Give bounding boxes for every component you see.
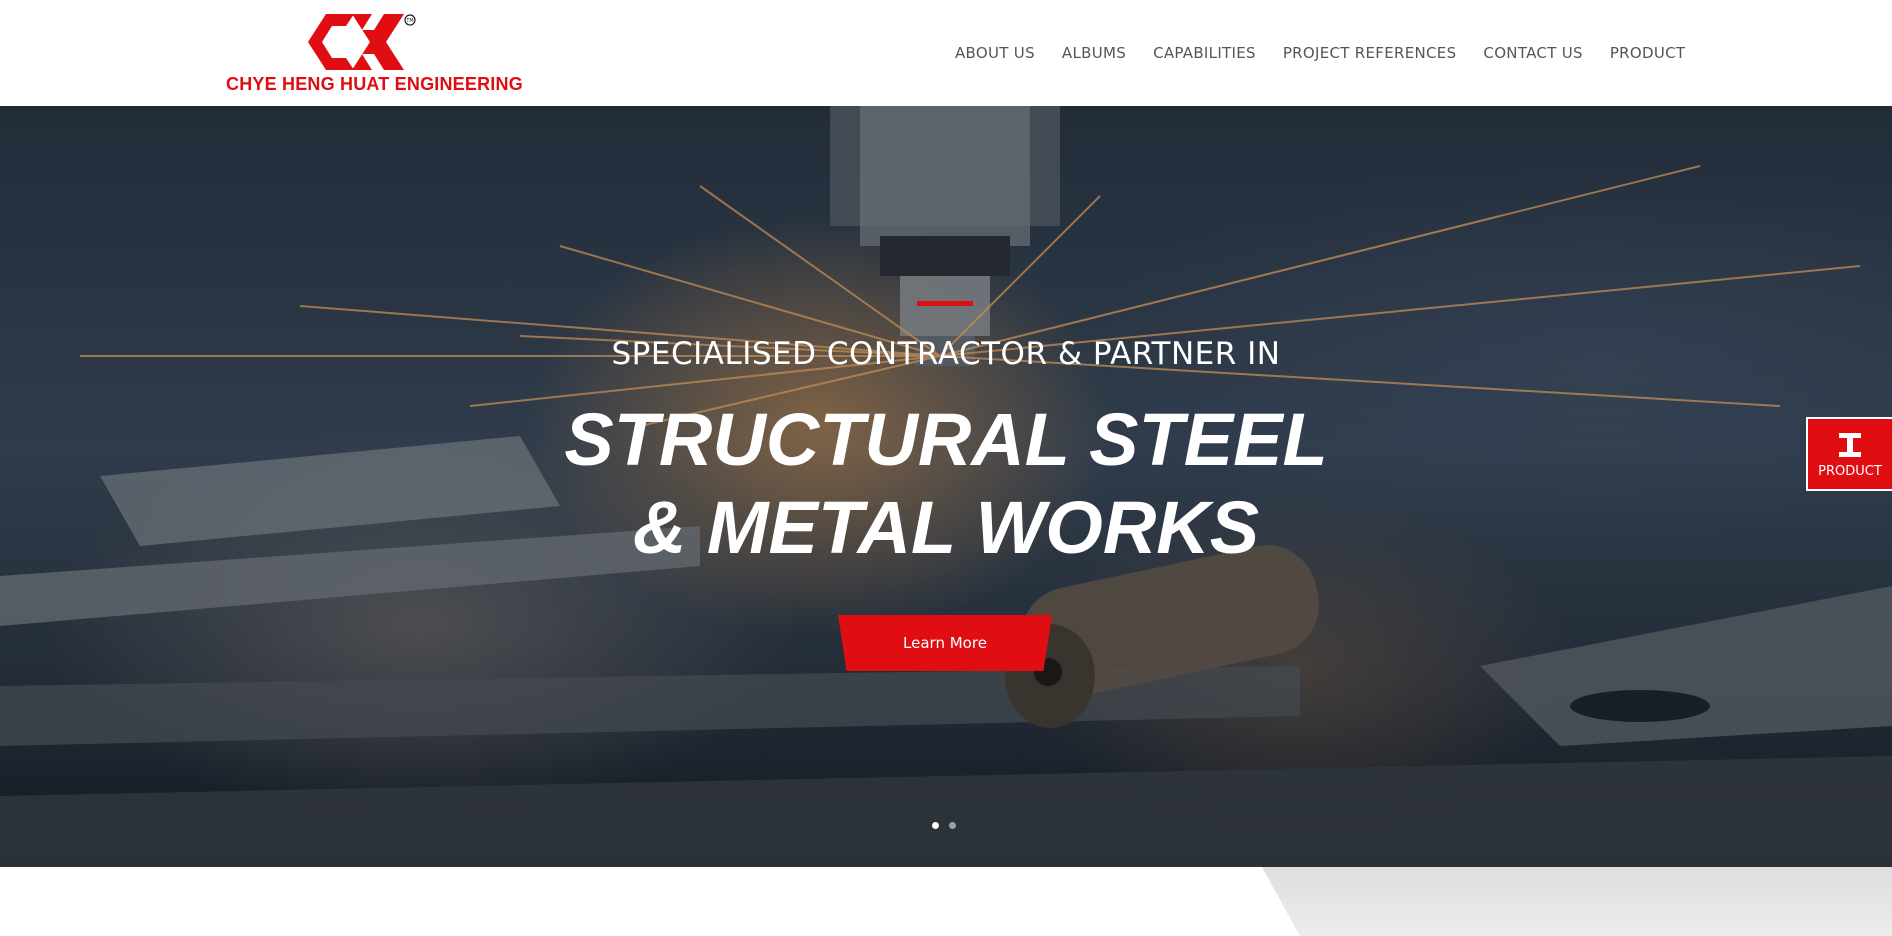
nav-product[interactable]: PRODUCT — [1610, 44, 1686, 62]
nav-albums[interactable]: ALBUMS — [1062, 44, 1126, 62]
learn-more-button[interactable]: Learn More — [838, 615, 1052, 671]
brand-name: CHYE HENG HUAT ENGINEERING — [226, 74, 523, 94]
hero-title: STRUCTURAL STEEL & METAL WORKS — [0, 396, 1892, 572]
nav-project-references[interactable]: PROJECT REFERENCES — [1283, 44, 1457, 62]
decorative-angled-shape — [1262, 867, 1892, 936]
brand-logo[interactable]: TM CHYE HENG HUAT ENGINEERING — [226, 10, 523, 98]
hero-eyebrow: SPECIALISED CONTRACTOR & PARTNER IN — [611, 336, 1281, 372]
hero-title-line-1: STRUCTURAL STEEL — [564, 398, 1328, 481]
slide-dot-1[interactable] — [932, 822, 939, 829]
next-section-preview — [0, 867, 1892, 936]
slider-pagination — [932, 822, 956, 829]
hero-accent-bar — [917, 301, 973, 306]
site-header: TM CHYE HENG HUAT ENGINEERING ABOUT US A… — [0, 0, 1892, 106]
nav-about-us[interactable]: ABOUT US — [955, 44, 1035, 62]
nav-contact-us[interactable]: CONTACT US — [1483, 44, 1582, 62]
hero-title-line-2: & METAL WORKS — [632, 486, 1260, 569]
floating-product-tab-label: PRODUCT — [1818, 463, 1882, 479]
main-nav: ABOUT US ALBUMS CAPABILITIES PROJECT REF… — [955, 0, 1685, 106]
steel-beam-icon — [1839, 432, 1861, 457]
nav-capabilities[interactable]: CAPABILITIES — [1153, 44, 1256, 62]
trademark-mark: TM — [405, 18, 413, 24]
hero-slider: SPECIALISED CONTRACTOR & PARTNER IN STRU… — [0, 106, 1892, 867]
slide-dot-2[interactable] — [949, 822, 956, 829]
floating-product-tab[interactable]: PRODUCT — [1806, 417, 1892, 491]
chh-logo-icon: TM — [308, 14, 416, 70]
